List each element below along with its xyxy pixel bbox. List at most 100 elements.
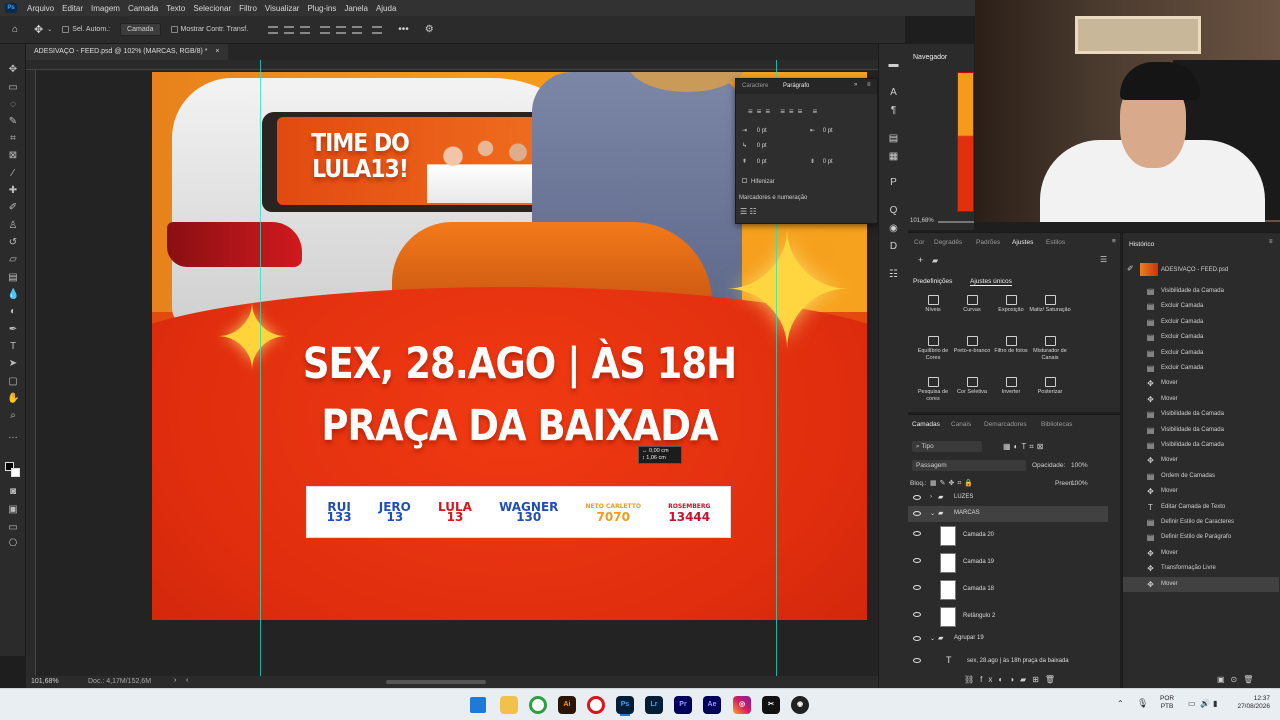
layer-row-camada-20[interactable]: Camada 20 bbox=[908, 523, 1108, 549]
pen-tool-icon[interactable]: ✒ bbox=[7, 324, 19, 336]
panel-menu-icon[interactable]: ≡ bbox=[1269, 239, 1273, 245]
layer-row-luzes[interactable]: › ▰ LUZES bbox=[908, 491, 1108, 505]
libraries-icon[interactable]: ▤ bbox=[887, 132, 900, 145]
photoshop-icon[interactable]: Ps bbox=[616, 696, 634, 714]
navigator-thumbnail[interactable] bbox=[957, 72, 974, 212]
background-color-swatch[interactable] bbox=[11, 468, 20, 477]
adjustment-hue-saturation[interactable]: Matiz/ Saturação bbox=[1029, 295, 1071, 314]
home-icon[interactable]: ⌂ bbox=[12, 24, 18, 35]
adjustment-posterize[interactable]: Posterizar bbox=[1029, 377, 1071, 396]
navigator-zoom[interactable]: 101,68% bbox=[910, 218, 934, 224]
indent-right-field[interactable]: ⇤ 0 pt bbox=[810, 127, 870, 137]
screen-mode-alt-icon[interactable]: ▭ bbox=[7, 522, 19, 534]
layer-row-camada-19[interactable]: Camada 19 bbox=[908, 550, 1108, 576]
history-item[interactable]: ▤ Visibilidade da Camada bbox=[1123, 438, 1279, 453]
plugin-4-icon[interactable]: D bbox=[887, 240, 900, 253]
tab-adjustments[interactable]: Ajustes bbox=[1012, 239, 1033, 246]
move-tool-icon[interactable]: ✥ bbox=[34, 23, 43, 36]
layer-row-agrupar-19[interactable]: ⌄ ▰ Agrupar 19 bbox=[908, 632, 1108, 646]
menu-janela[interactable]: Janela bbox=[340, 4, 372, 13]
path-select-icon[interactable]: ➤ bbox=[7, 358, 19, 370]
gradient-tool-icon[interactable]: ▤ bbox=[7, 272, 19, 284]
visibility-eye-icon[interactable] bbox=[913, 612, 921, 617]
status-arrow-icon[interactable]: › bbox=[174, 677, 176, 684]
history-item[interactable]: ▤ Visibilidade da Camada bbox=[1123, 423, 1279, 438]
file-explorer-icon[interactable] bbox=[500, 696, 518, 714]
adjustment-black-white[interactable]: Preto-e-branco bbox=[951, 336, 993, 355]
more-options-icon[interactable]: ••• bbox=[398, 24, 409, 35]
stamp-tool-icon[interactable]: ♙ bbox=[7, 220, 19, 232]
visibility-eye-icon[interactable] bbox=[913, 511, 921, 516]
eyedropper-icon[interactable]: ⁄ bbox=[7, 168, 19, 180]
adjustment-channel-mixer[interactable]: Misturador de Canais bbox=[1029, 336, 1071, 362]
doc-size[interactable]: Doc.: 4,17M/152,6M bbox=[88, 678, 151, 685]
align-top-icon[interactable] bbox=[320, 25, 331, 34]
history-brush-icon[interactable]: ✐ bbox=[1127, 264, 1134, 273]
history-snapshot[interactable]: ADESIVAÇO - FEED.psd bbox=[1161, 267, 1228, 273]
visibility-eye-icon[interactable] bbox=[913, 531, 921, 536]
history-item[interactable]: ▤ Visibilidade da Camada bbox=[1123, 284, 1279, 299]
frame-tool-icon[interactable]: ⊠ bbox=[7, 150, 19, 162]
plugin-2-icon[interactable]: Q bbox=[887, 204, 900, 217]
subtab-presets[interactable]: Predefinições bbox=[913, 278, 952, 285]
menu-selecionar[interactable]: Selecionar bbox=[189, 4, 235, 13]
lightroom-icon[interactable]: Lr bbox=[645, 696, 663, 714]
tab-patterns[interactable]: Padrões bbox=[976, 239, 1000, 246]
adjustment-selective-color[interactable]: Cor Seletiva bbox=[951, 377, 993, 396]
document-tab[interactable]: ADESIVAÇO - FEED.psd @ 102% (MARCAS, RGB… bbox=[26, 44, 228, 60]
menu-visualizar[interactable]: Visualizar bbox=[261, 4, 304, 13]
blend-mode-dropdown[interactable]: Passagem bbox=[912, 460, 1026, 471]
fill-value[interactable]: 100% bbox=[1071, 480, 1088, 487]
tab-styles[interactable]: Estilos bbox=[1046, 239, 1065, 246]
after-effects-icon[interactable]: Ae bbox=[703, 696, 721, 714]
visibility-eye-icon[interactable] bbox=[913, 558, 921, 563]
hand-tool-icon[interactable]: ✋ bbox=[7, 393, 19, 405]
history-brush-icon[interactable]: ↺ bbox=[7, 237, 19, 249]
adjustment-color-lookup[interactable]: Pesquisa de cores bbox=[912, 377, 954, 403]
menu-texto[interactable]: Texto bbox=[162, 4, 189, 13]
hyphenate-option[interactable]: Hifenizar bbox=[742, 178, 775, 185]
quick-mask-icon[interactable]: ◙ bbox=[7, 486, 19, 498]
adjustment-curves[interactable]: Curvas bbox=[951, 295, 993, 314]
tab-color[interactable]: Cor bbox=[914, 239, 924, 246]
align-center-icon[interactable] bbox=[284, 25, 295, 34]
align-right-icon[interactable] bbox=[300, 25, 311, 34]
visibility-eye-icon[interactable] bbox=[913, 636, 921, 641]
align-middle-icon[interactable] bbox=[336, 25, 347, 34]
menu-camada[interactable]: Camada bbox=[124, 4, 162, 13]
guide-left[interactable] bbox=[260, 60, 261, 676]
comments-icon[interactable]: ▬ bbox=[887, 58, 900, 71]
show-transform-checkbox[interactable] bbox=[170, 26, 178, 33]
opera-icon[interactable] bbox=[587, 696, 605, 714]
horizontal-ruler[interactable] bbox=[26, 60, 878, 70]
tab-paths[interactable]: Demarcadores bbox=[984, 421, 1027, 428]
gear-icon[interactable]: ⚙ bbox=[425, 24, 434, 35]
history-item[interactable]: T Editar Camada de Texto bbox=[1123, 500, 1279, 515]
indent-left-field[interactable]: ⇥ 0 pt bbox=[742, 127, 802, 137]
history-item[interactable]: ▤ Definir Estilo de Parágrafo bbox=[1123, 530, 1279, 545]
add-adjustment-icon[interactable]: + bbox=[918, 255, 923, 265]
layer-row-camada-18[interactable]: Camada 18 bbox=[908, 577, 1108, 603]
lock-icons[interactable]: ▦✎✥⌗🔒 bbox=[930, 479, 976, 488]
extra-tool-icon[interactable]: ⎔ bbox=[7, 538, 19, 550]
history-item[interactable]: ✥ Transformação Livre bbox=[1123, 561, 1279, 576]
zoom-level[interactable]: 101,68% bbox=[31, 678, 59, 685]
layer-actions-bar[interactable]: ⛓fx◐◑▰⊞🗑 bbox=[964, 675, 1061, 684]
adjustment-photo-filter[interactable]: Filtro de fotos bbox=[990, 336, 1032, 355]
layer-row-retangulo-2[interactable]: Retângulo 2 bbox=[908, 604, 1108, 630]
instagram-icon[interactable]: ◎ bbox=[733, 696, 751, 714]
space-after-field[interactable]: ⇟ 0 pt bbox=[810, 158, 870, 168]
more-tools-icon[interactable]: … bbox=[7, 430, 19, 442]
crop-tool-icon[interactable]: ⌗ bbox=[7, 133, 19, 145]
menu-imagem[interactable]: Imagem bbox=[87, 4, 124, 13]
windows-start-icon[interactable] bbox=[470, 697, 486, 713]
list-view-icon[interactable]: ☰ bbox=[1100, 255, 1107, 264]
layer-row-text[interactable]: T sex, 28.ago | às 18h praça da baixada bbox=[908, 653, 1108, 669]
bullets-icon[interactable]: ☰ ☷ bbox=[740, 207, 757, 216]
adjustment-levels[interactable]: Níveis bbox=[912, 295, 954, 314]
brands-strip[interactable]: RUI 133 JERO 13 LULA 13 WAGNER 130 NETO CARLETTO… bbox=[306, 486, 731, 538]
swatches-icon[interactable]: ▦ bbox=[887, 150, 900, 163]
history-actions-bar[interactable]: ▣⊙🗑 bbox=[1217, 675, 1259, 684]
visibility-eye-icon[interactable] bbox=[913, 495, 921, 500]
tab-character[interactable]: Caractere bbox=[742, 83, 768, 89]
